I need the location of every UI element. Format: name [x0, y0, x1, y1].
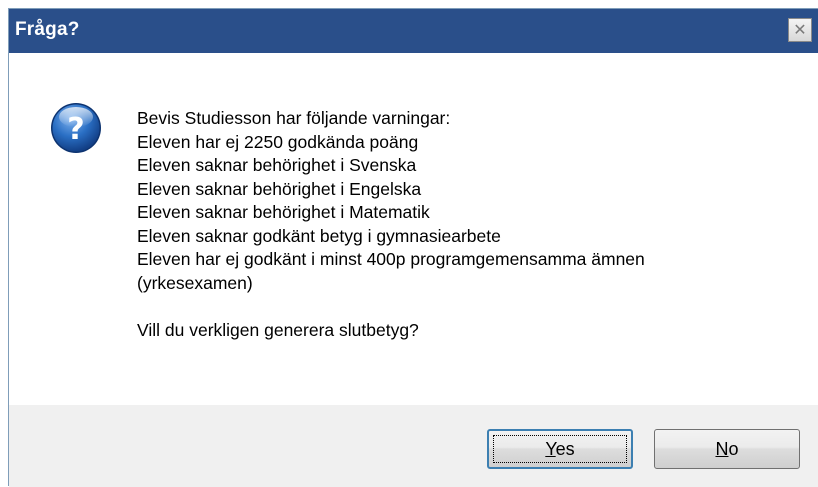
message-line: Eleven saknar behörighet i Svenska [137, 155, 417, 175]
close-button[interactable]: ✕ [788, 18, 812, 42]
message-text: Bevis Studiesson har följande varningar:… [137, 107, 645, 342]
yes-button[interactable]: Yes [487, 429, 633, 469]
message-line: Eleven saknar godkänt betyg i gymnasiear… [137, 225, 501, 246]
window-title: Fråga? [15, 19, 80, 40]
question-text: Vill du verkligen generera slutbetyg? [137, 319, 419, 340]
no-button[interactable]: No [654, 429, 800, 469]
focus-rectangle [493, 435, 627, 463]
title-bar[interactable]: Fråga? ✕ [9, 9, 818, 53]
close-icon: ✕ [793, 20, 807, 39]
message-line: Eleven saknar behörighet i Matematik [137, 202, 430, 222]
message-line: Bevis Studiesson har följande varningar: [137, 108, 451, 128]
button-bar: Yes No [9, 405, 818, 487]
question-icon: ? [51, 103, 101, 153]
svg-text:?: ? [67, 112, 84, 147]
message-line: Eleven har ej godkänt i minst 400p progr… [137, 249, 645, 269]
message-line: Eleven har ej 2250 godkända poäng [137, 131, 419, 152]
message-line: Eleven saknar behörighet i Engelska [137, 178, 422, 199]
dialog-content: ? Bevis Studiesson har följande varninga… [9, 53, 818, 405]
message-line: (yrkesexamen) [137, 272, 253, 293]
no-button-label: No [715, 438, 739, 459]
dialog-window: Fråga? ✕ ? Bevis Studiesson har följande… [8, 8, 818, 487]
